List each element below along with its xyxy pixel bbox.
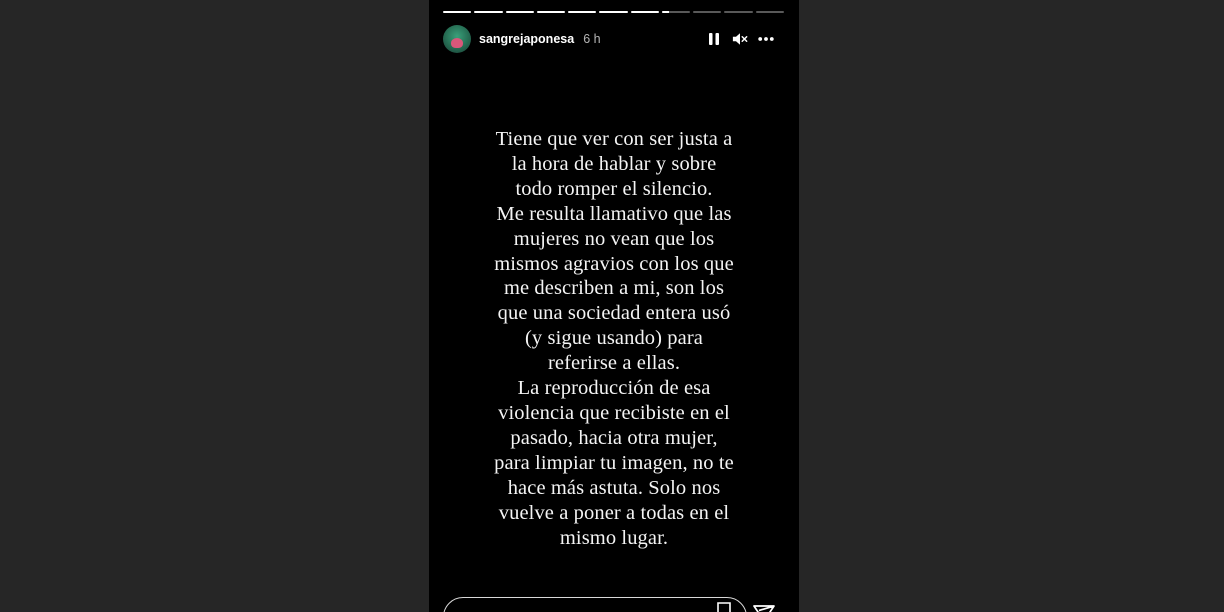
send-glyph <box>753 605 775 612</box>
progress-segment-fill <box>661 11 669 13</box>
reply-input[interactable] <box>443 597 747 612</box>
more-options-icon[interactable] <box>758 31 774 47</box>
pause-icon-glyph <box>709 33 719 45</box>
sticker-icon[interactable] <box>715 602 733 612</box>
progress-segment <box>568 11 597 13</box>
sticker-glyph <box>717 602 731 612</box>
progress-segment <box>474 11 503 13</box>
progress-segment <box>599 11 628 13</box>
avatar[interactable] <box>443 25 471 53</box>
muted-speaker-glyph <box>732 33 748 45</box>
viewer-backdrop: sangrejaponesa 6 h Tiene que ver con ser… <box>0 0 1224 612</box>
username[interactable]: sangrejaponesa <box>479 32 574 46</box>
progress-segment-fill <box>474 11 503 13</box>
progress-segment <box>630 11 659 13</box>
progress-segment <box>443 11 472 13</box>
story-text: Tiene que ver con ser justa a la hora de… <box>494 128 734 549</box>
progress-segment-fill <box>536 11 566 13</box>
progress-segment-fill <box>630 11 659 13</box>
story-progress-bar <box>443 11 784 13</box>
progress-segment <box>536 11 566 13</box>
story-controls <box>706 31 784 47</box>
progress-segment-fill <box>443 11 472 13</box>
pause-icon[interactable] <box>706 31 722 47</box>
story-header: sangrejaponesa 6 h <box>443 24 784 54</box>
timestamp: 6 h <box>583 32 601 46</box>
progress-segment-fill <box>599 11 628 13</box>
story-viewer[interactable]: sangrejaponesa 6 h Tiene que ver con ser… <box>429 0 799 612</box>
muted-speaker-icon[interactable] <box>732 31 748 47</box>
send-icon[interactable] <box>753 604 775 612</box>
progress-segment <box>755 11 784 13</box>
progress-segment-fill <box>568 11 597 13</box>
progress-segment <box>661 11 691 13</box>
progress-segment <box>505 11 534 13</box>
more-options-glyph <box>758 37 774 41</box>
progress-segment-fill <box>505 11 534 13</box>
progress-segment <box>724 11 753 13</box>
progress-segment <box>693 11 722 13</box>
